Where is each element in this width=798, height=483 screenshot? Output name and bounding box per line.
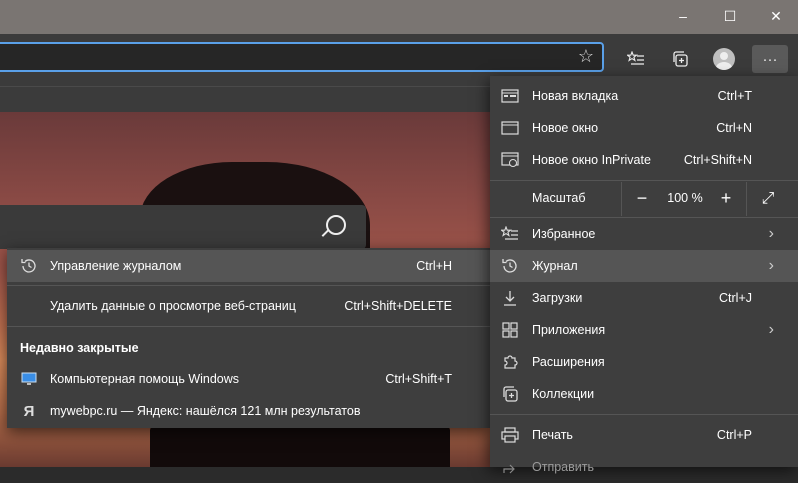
new-window-item[interactable]: Новое окно Ctrl+N bbox=[490, 112, 798, 144]
apps-icon bbox=[500, 320, 520, 340]
star-icon[interactable]: ☆ bbox=[578, 46, 594, 67]
collections-icon bbox=[500, 384, 520, 404]
favorites-icon[interactable] bbox=[620, 45, 652, 73]
zoom-out-button[interactable]: − bbox=[630, 186, 654, 210]
downloads-shortcut: Ctrl+J bbox=[719, 291, 752, 305]
zoom-row: Масштаб − 100 % + ⤢ bbox=[490, 182, 798, 216]
divider bbox=[621, 182, 622, 216]
clear-browsing-data-item[interactable]: Удалить данные о просмотре веб-страниц C… bbox=[7, 290, 490, 322]
chevron-right-icon: › bbox=[768, 257, 774, 274]
favorites-icon bbox=[500, 224, 520, 244]
manage-history-shortcut: Ctrl+H bbox=[416, 259, 452, 273]
recent-item-shortcut: Ctrl+Shift+T bbox=[385, 372, 452, 386]
new-tab-icon bbox=[500, 86, 520, 106]
print-shortcut: Ctrl+P bbox=[716, 428, 752, 442]
new-inprivate-item[interactable]: Новое окно InPrivate Ctrl+Shift+N bbox=[490, 144, 798, 176]
manage-history-item[interactable]: Управление журналом Ctrl+H bbox=[7, 250, 490, 282]
share-label: Отправить bbox=[532, 460, 594, 474]
recently-closed-heading: Недавно закрытые bbox=[20, 341, 139, 355]
recent-item[interactable]: Я mywebpc.ru — Яндекс: нашёлся 121 млн р… bbox=[7, 395, 490, 427]
history-icon bbox=[500, 256, 520, 276]
history-submenu: Управление журналом Ctrl+H Удалить данны… bbox=[7, 248, 490, 428]
extensions-item[interactable]: Расширения bbox=[490, 346, 798, 378]
new-inprivate-shortcut: Ctrl+Shift+N bbox=[683, 153, 752, 167]
puzzle-icon bbox=[500, 352, 520, 372]
divider bbox=[7, 326, 490, 327]
apps-item[interactable]: Приложения › bbox=[490, 314, 798, 346]
share-item[interactable]: Отправить bbox=[490, 451, 798, 483]
new-window-shortcut: Ctrl+N bbox=[716, 121, 752, 135]
divider bbox=[746, 182, 747, 216]
divider bbox=[7, 285, 490, 286]
download-icon bbox=[500, 288, 520, 308]
zoom-value: 100 % bbox=[667, 191, 703, 205]
collections-item[interactable]: Коллекции bbox=[490, 378, 798, 410]
title-bar: – ☐ ✕ bbox=[0, 0, 798, 34]
page-search-box[interactable] bbox=[0, 205, 366, 249]
favorites-bar bbox=[0, 86, 490, 113]
new-window-icon bbox=[500, 118, 520, 138]
clear-browsing-data-shortcut: Ctrl+Shift+DELETE bbox=[344, 299, 452, 313]
print-item[interactable]: Печать Ctrl+P bbox=[490, 419, 798, 451]
collections-label: Коллекции bbox=[532, 387, 595, 401]
favorites-label: Избранное bbox=[532, 227, 596, 241]
apps-label: Приложения bbox=[532, 323, 606, 337]
downloads-item[interactable]: Загрузки Ctrl+J bbox=[490, 282, 798, 314]
windows-monitor-icon bbox=[19, 369, 39, 389]
printer-icon bbox=[500, 425, 520, 445]
extensions-label: Расширения bbox=[532, 355, 605, 369]
new-window-label: Новое окно bbox=[532, 121, 599, 135]
avatar bbox=[713, 48, 735, 70]
history-label: Журнал bbox=[532, 259, 578, 273]
divider bbox=[490, 414, 798, 415]
new-tab-label: Новая вкладка bbox=[532, 89, 619, 103]
settings-more-button[interactable]: ··· bbox=[752, 45, 788, 73]
history-item[interactable]: Журнал › bbox=[490, 250, 798, 282]
fullscreen-icon[interactable]: ⤢ bbox=[756, 188, 780, 212]
profile-button[interactable] bbox=[708, 45, 740, 73]
history-icon bbox=[19, 256, 39, 276]
address-bar[interactable]: ☆ bbox=[0, 42, 604, 72]
chevron-right-icon: › bbox=[768, 225, 774, 242]
close-button[interactable]: ✕ bbox=[753, 0, 798, 32]
clear-browsing-data-label: Удалить данные о просмотре веб-страниц bbox=[50, 299, 296, 313]
zoom-in-button[interactable]: + bbox=[714, 186, 738, 210]
recent-item[interactable]: Компьютерная помощь Windows Ctrl+Shift+T bbox=[7, 363, 490, 395]
share-icon bbox=[500, 457, 520, 477]
new-inprivate-label: Новое окно InPrivate bbox=[532, 153, 651, 167]
maximize-button[interactable]: ☐ bbox=[707, 0, 753, 32]
chevron-right-icon: › bbox=[768, 321, 774, 338]
new-tab-item[interactable]: Новая вкладка Ctrl+T bbox=[490, 80, 798, 112]
new-tab-shortcut: Ctrl+T bbox=[717, 89, 752, 103]
recent-item-label: mywebpc.ru — Яндекс: нашёлся 121 млн рез… bbox=[50, 404, 361, 418]
settings-menu: Новая вкладка Ctrl+T Новое окно Ctrl+N Н… bbox=[490, 76, 798, 474]
minimize-button[interactable]: – bbox=[660, 0, 706, 32]
divider bbox=[490, 180, 798, 181]
collections-icon[interactable] bbox=[664, 45, 696, 73]
search-icon[interactable] bbox=[326, 215, 346, 235]
manage-history-label: Управление журналом bbox=[50, 259, 182, 273]
yandex-icon: Я bbox=[23, 402, 35, 420]
recent-item-label: Компьютерная помощь Windows bbox=[50, 372, 240, 386]
downloads-label: Загрузки bbox=[532, 291, 583, 305]
print-label: Печать bbox=[532, 428, 573, 442]
zoom-label: Масштаб bbox=[532, 191, 586, 205]
inprivate-icon bbox=[500, 150, 520, 170]
favorites-item[interactable]: Избранное › bbox=[490, 218, 798, 250]
